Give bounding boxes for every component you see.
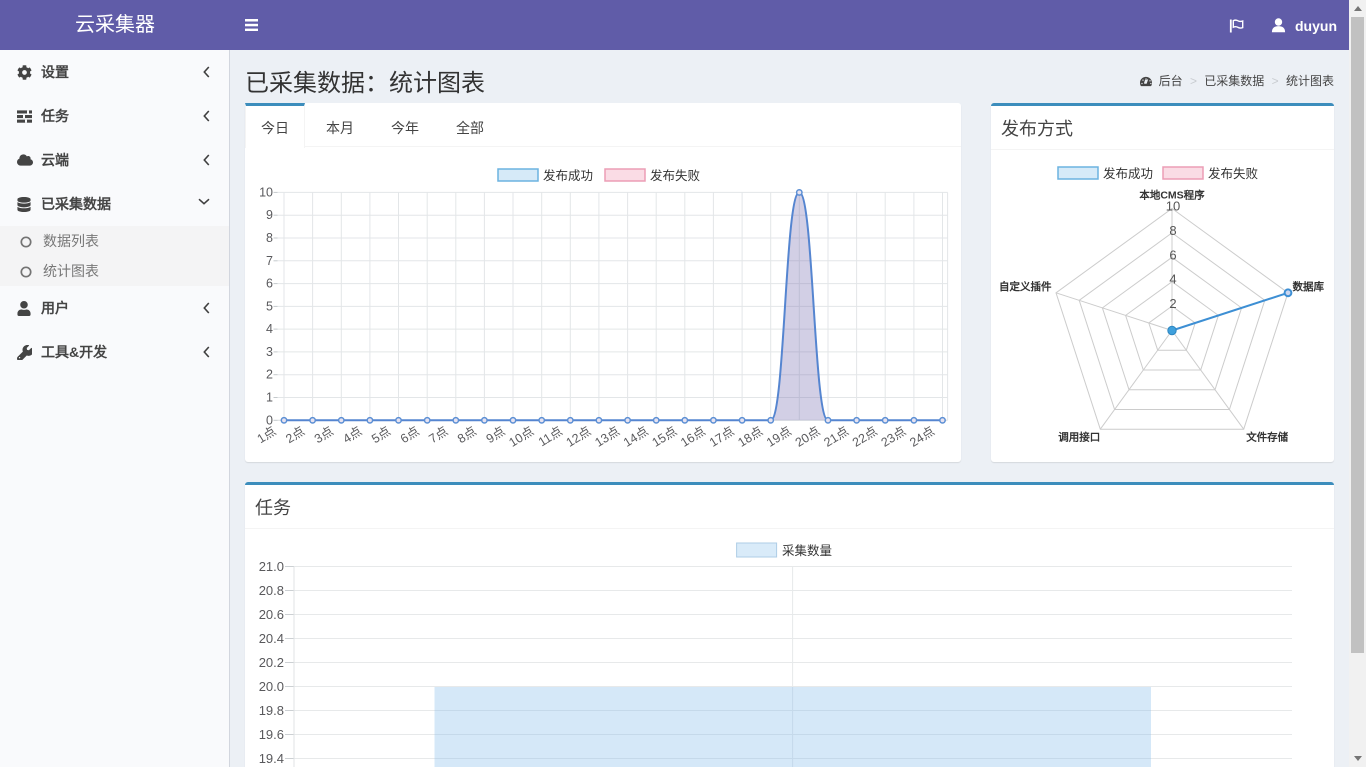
svg-text:15点: 15点 — [650, 424, 680, 450]
svg-text:文件存储: 文件存储 — [1245, 431, 1288, 444]
svg-text:17点: 17点 — [707, 424, 737, 450]
svg-text:16点: 16点 — [678, 424, 708, 450]
svg-text:8点: 8点 — [455, 424, 479, 446]
svg-text:发布失败: 发布失败 — [650, 168, 701, 183]
svg-text:5: 5 — [266, 299, 273, 313]
svg-text:5点: 5点 — [369, 424, 393, 446]
svg-text:20.2: 20.2 — [259, 655, 284, 670]
svg-text:14点: 14点 — [621, 424, 651, 450]
svg-text:3: 3 — [266, 345, 273, 359]
svg-text:6点: 6点 — [398, 424, 422, 446]
svg-text:2点: 2点 — [283, 424, 307, 446]
svg-text:13点: 13点 — [592, 424, 622, 450]
svg-text:数据库: 数据库 — [1292, 280, 1325, 293]
svg-text:18点: 18点 — [735, 424, 765, 450]
svg-text:6: 6 — [266, 277, 273, 291]
svg-text:19.6: 19.6 — [259, 727, 284, 742]
svg-text:采集数量: 采集数量 — [782, 543, 832, 558]
svg-text:8: 8 — [1169, 223, 1176, 238]
svg-text:7: 7 — [266, 254, 273, 268]
svg-text:11点: 11点 — [536, 424, 565, 449]
svg-text:20.0: 20.0 — [259, 679, 284, 694]
svg-text:本地CMS程序: 本地CMS程序 — [1139, 189, 1205, 202]
svg-text:19.8: 19.8 — [259, 703, 284, 718]
svg-text:20.8: 20.8 — [259, 583, 284, 598]
svg-text:1: 1 — [266, 391, 273, 405]
svg-text:19.4: 19.4 — [259, 751, 284, 766]
svg-text:24点: 24点 — [907, 424, 937, 450]
svg-text:23点: 23点 — [879, 424, 909, 450]
svg-text:2: 2 — [266, 368, 273, 382]
svg-text:发布成功: 发布成功 — [543, 168, 593, 183]
svg-text:3点: 3点 — [312, 424, 336, 446]
svg-text:发布失败: 发布失败 — [1208, 166, 1259, 181]
svg-text:发布成功: 发布成功 — [1103, 166, 1153, 181]
svg-text:20.4: 20.4 — [259, 631, 284, 646]
svg-text:20.6: 20.6 — [259, 607, 284, 622]
svg-text:19点: 19点 — [764, 424, 794, 450]
svg-text:12点: 12点 — [564, 424, 594, 450]
svg-text:10点: 10点 — [506, 424, 536, 450]
svg-text:4: 4 — [1169, 272, 1176, 287]
svg-text:4: 4 — [266, 322, 273, 336]
svg-text:22点: 22点 — [850, 424, 880, 450]
svg-text:自定义插件: 自定义插件 — [999, 280, 1052, 293]
svg-text:20点: 20点 — [793, 424, 823, 450]
svg-text:1点: 1点 — [255, 424, 279, 446]
svg-text:调用接口: 调用接口 — [1058, 431, 1100, 444]
svg-text:8: 8 — [266, 231, 273, 245]
svg-text:7点: 7点 — [426, 424, 450, 446]
svg-text:2: 2 — [1169, 296, 1176, 311]
svg-text:21.0: 21.0 — [259, 559, 284, 574]
svg-text:9点: 9点 — [484, 424, 508, 446]
svg-text:10: 10 — [259, 185, 273, 199]
svg-text:4点: 4点 — [341, 424, 365, 446]
svg-text:9: 9 — [266, 208, 273, 222]
svg-text:6: 6 — [1169, 247, 1176, 262]
svg-text:21点: 21点 — [821, 424, 851, 450]
